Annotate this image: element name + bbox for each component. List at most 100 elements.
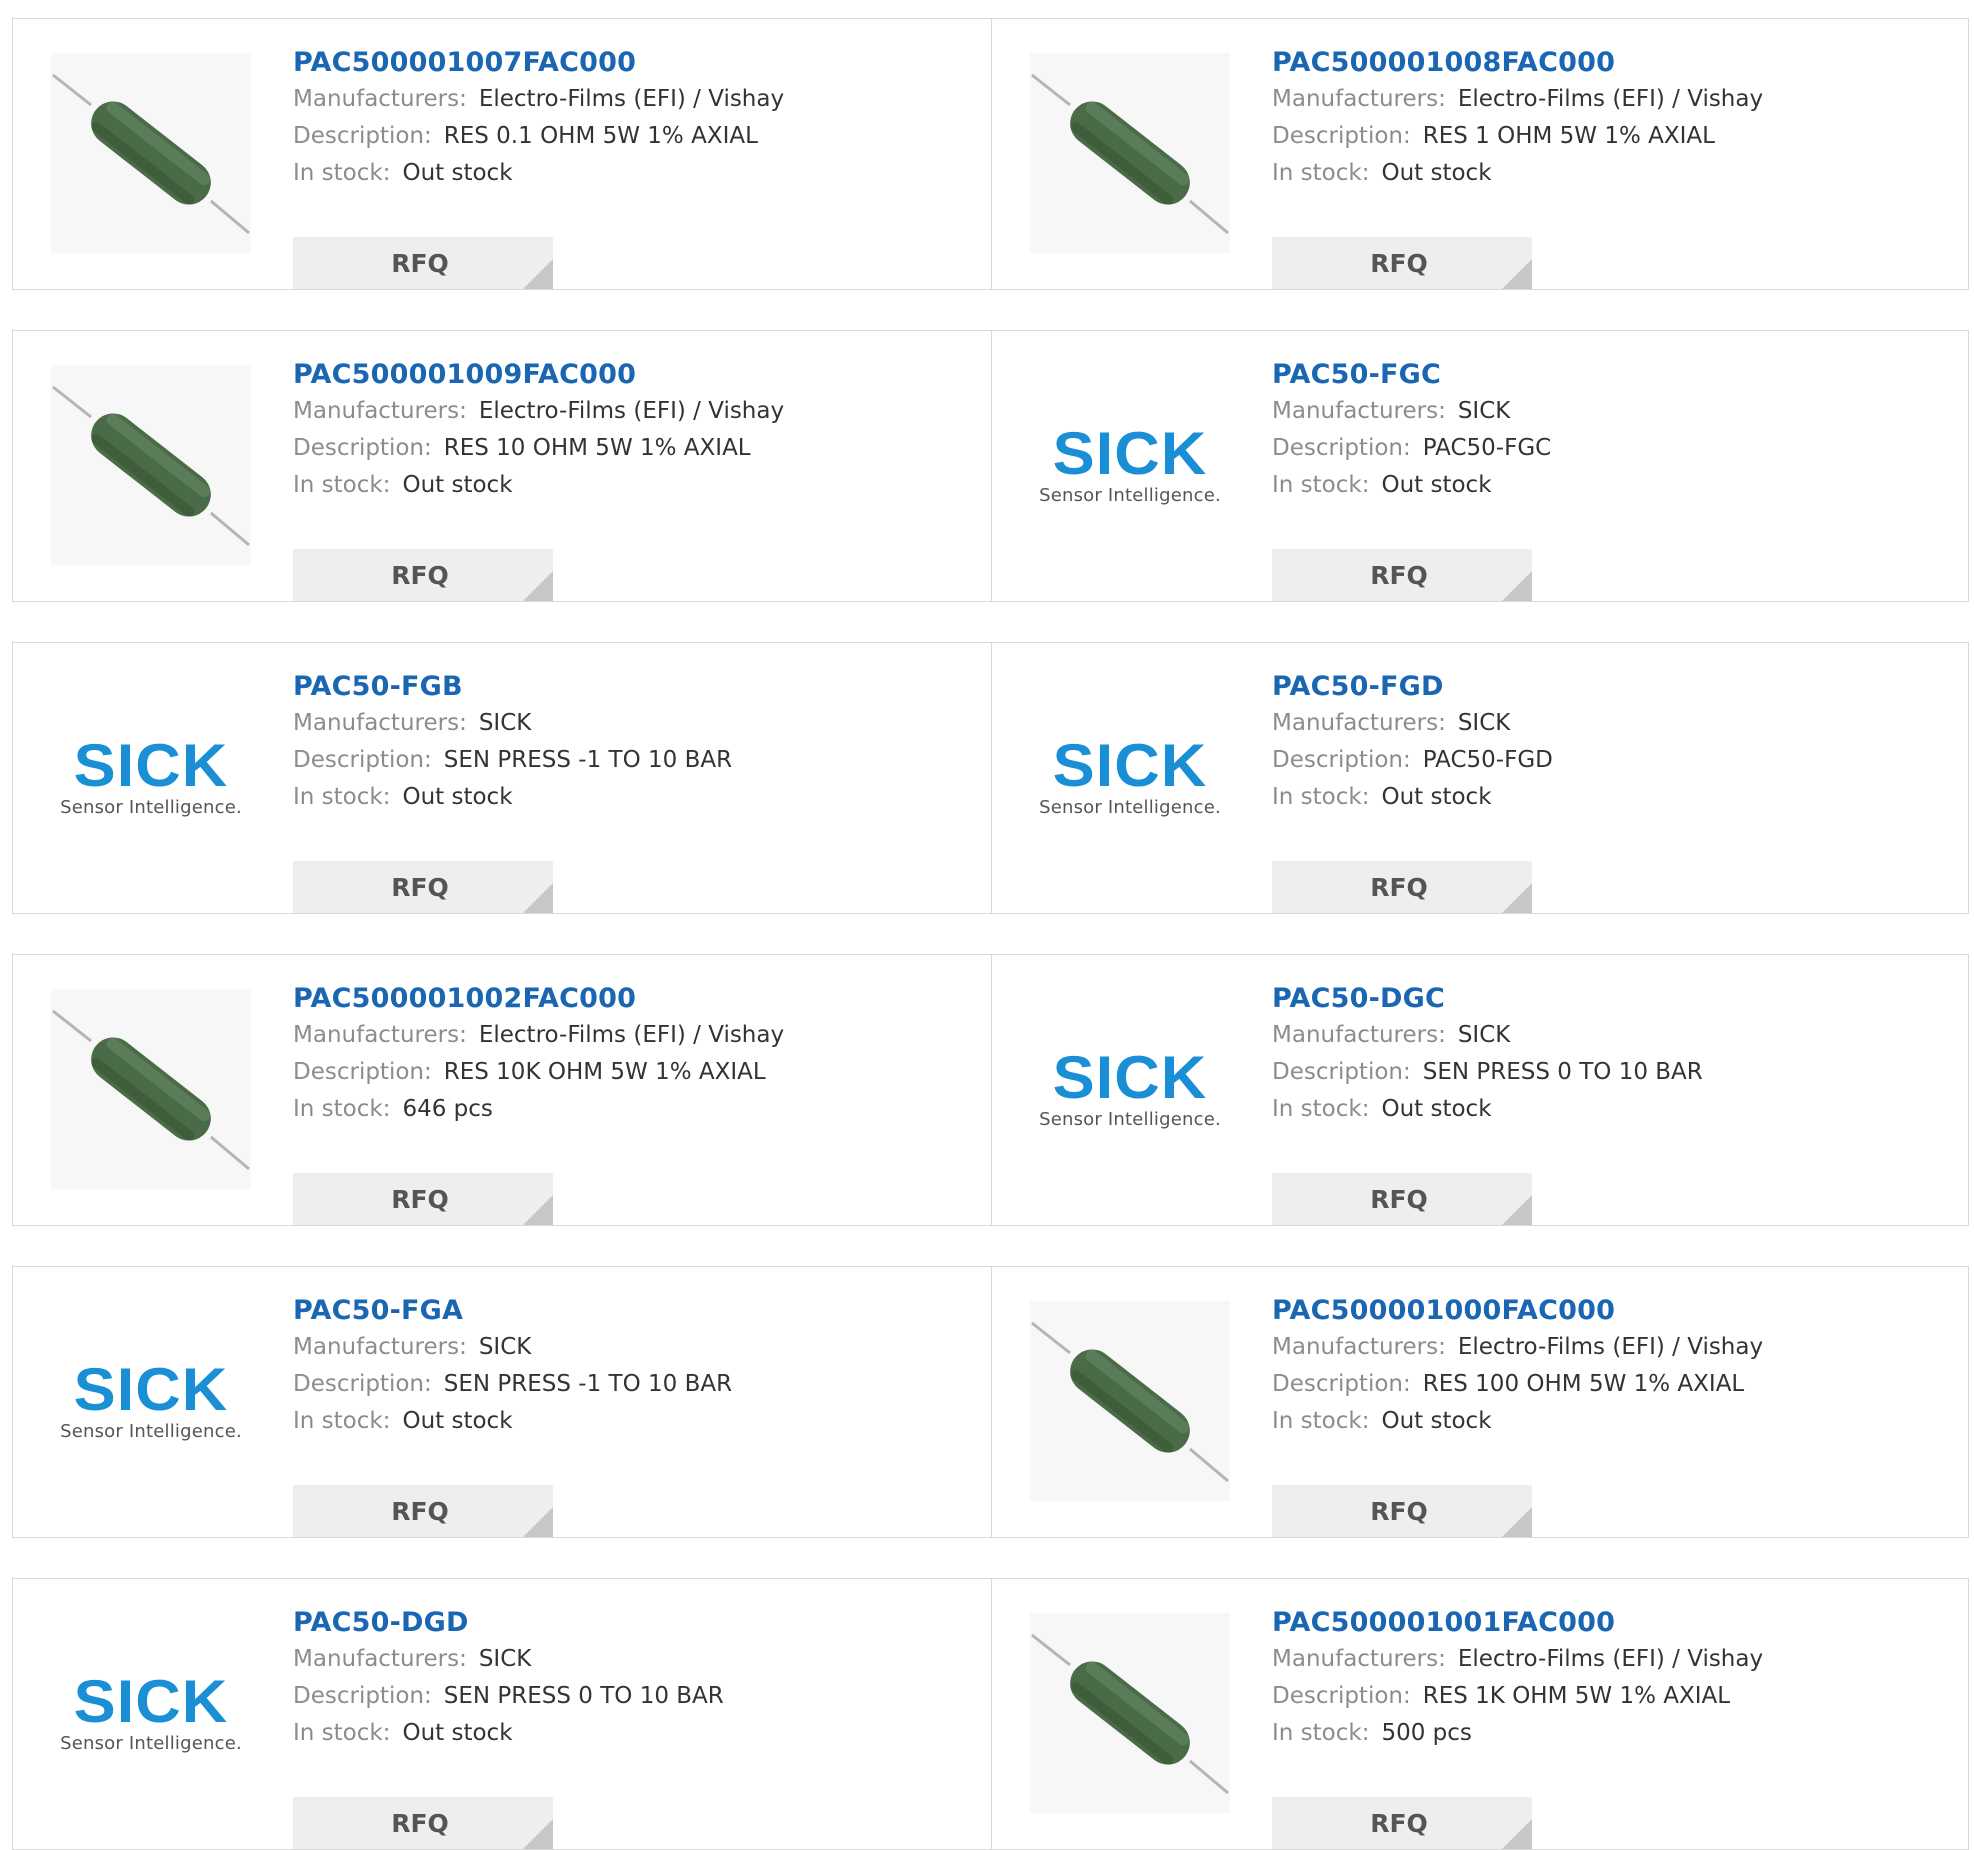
product-row: SICK Sensor Intelligence. PAC50-FGA Manuf… — [12, 1266, 1969, 1538]
rfq-button[interactable]: RFQ — [1272, 1173, 1532, 1225]
rfq-label: RFQ — [391, 1496, 449, 1526]
stock-value: Out stock — [402, 1720, 513, 1746]
manufacturer-value: Electro-Films (EFI) / Vishay — [478, 1022, 785, 1048]
part-number-link[interactable]: PAC500001009FAC000 — [293, 357, 784, 393]
description-label: Description: — [1272, 1059, 1411, 1085]
rfq-button[interactable]: RFQ — [1272, 549, 1532, 601]
product-card: SICK Sensor Intelligence. PAC50-FGC Manuf… — [991, 331, 1970, 601]
description-line: Description: PAC50-FGC — [1272, 430, 1551, 467]
product-info: PAC50-FGB Manufacturers: SICK Description… — [293, 669, 732, 913]
product-card: SICK Sensor Intelligence. PAC50-FGD Manuf… — [991, 643, 1970, 913]
rfq-button[interactable]: RFQ — [1272, 1797, 1532, 1849]
in-stock-label: In stock: — [293, 1720, 391, 1746]
description-label: Description: — [1272, 435, 1411, 461]
description-label: Description: — [293, 1683, 432, 1709]
rfq-button[interactable]: RFQ — [1272, 1485, 1532, 1537]
description-line: Description: RES 0.1 OHM 5W 1% AXIAL — [293, 118, 784, 155]
product-card: SICK Sensor Intelligence. PAC50-FGB Manuf… — [13, 643, 991, 913]
stock-value: 500 pcs — [1381, 1720, 1472, 1746]
rfq-label: RFQ — [391, 1808, 449, 1838]
description-label: Description: — [293, 435, 432, 461]
rfq-button[interactable]: RFQ — [1272, 861, 1532, 913]
description-value: SEN PRESS -1 TO 10 BAR — [443, 1371, 733, 1397]
product-image[interactable] — [1030, 1613, 1230, 1813]
manufacturer-value: Electro-Films (EFI) / Vishay — [1457, 1334, 1764, 1360]
description-line: Description: RES 10 OHM 5W 1% AXIAL — [293, 430, 784, 467]
part-number-link[interactable]: PAC500001007FAC000 — [293, 45, 784, 81]
part-number-link[interactable]: PAC500001001FAC000 — [1272, 1605, 1763, 1641]
product-image[interactable]: SICK Sensor Intelligence. — [51, 1613, 251, 1813]
corner-triangle-icon — [1502, 883, 1532, 913]
in-stock-label: In stock: — [293, 472, 391, 498]
product-image[interactable]: SICK Sensor Intelligence. — [1030, 677, 1230, 877]
part-number-link[interactable]: PAC50-FGB — [293, 669, 732, 705]
manufacturer-value: SICK — [478, 1646, 532, 1672]
in-stock-label: In stock: — [1272, 160, 1370, 186]
description-value: SEN PRESS 0 TO 10 BAR — [1422, 1059, 1703, 1085]
product-row: SICK Sensor Intelligence. PAC50-FGB Manuf… — [12, 642, 1969, 914]
stock-line: In stock: Out stock — [293, 779, 732, 816]
part-number-link[interactable]: PAC50-DGC — [1272, 981, 1703, 1017]
manufacturers-label: Manufacturers: — [293, 398, 467, 424]
part-number-link[interactable]: PAC500001008FAC000 — [1272, 45, 1763, 81]
in-stock-label: In stock: — [1272, 1720, 1370, 1746]
product-image[interactable] — [1030, 53, 1230, 253]
rfq-button[interactable]: RFQ — [293, 1797, 553, 1849]
product-image[interactable] — [51, 989, 251, 1189]
manufacturer-line: Manufacturers: Electro-Films (EFI) / Vish… — [1272, 81, 1763, 118]
manufacturer-value: Electro-Films (EFI) / Vishay — [1457, 86, 1764, 112]
part-number-link[interactable]: PAC50-FGC — [1272, 357, 1551, 393]
product-image[interactable] — [1030, 1301, 1230, 1501]
sick-logo-word: SICK — [73, 1355, 229, 1423]
manufacturer-value: SICK — [478, 1334, 532, 1360]
corner-triangle-icon — [1502, 571, 1532, 601]
product-info: PAC50-FGC Manufacturers: SICK Description… — [1272, 357, 1551, 601]
product-info: PAC500001002FAC000 Manufacturers: Electro… — [293, 981, 785, 1225]
product-image[interactable]: SICK Sensor Intelligence. — [1030, 365, 1230, 565]
axial-resistor-icon — [51, 989, 251, 1189]
product-image[interactable]: SICK Sensor Intelligence. — [51, 677, 251, 877]
in-stock-label: In stock: — [1272, 1408, 1370, 1434]
description-line: Description: RES 1 OHM 5W 1% AXIAL — [1272, 118, 1763, 155]
product-image[interactable]: SICK Sensor Intelligence. — [1030, 989, 1230, 1189]
part-number-link[interactable]: PAC50-FGA — [293, 1293, 732, 1329]
axial-resistor-icon — [51, 53, 251, 253]
in-stock-label: In stock: — [293, 784, 391, 810]
product-image[interactable] — [51, 365, 251, 565]
sick-logo-word: SICK — [73, 731, 229, 799]
corner-triangle-icon — [523, 571, 553, 601]
rfq-button[interactable]: RFQ — [293, 549, 553, 601]
rfq-button[interactable]: RFQ — [293, 861, 553, 913]
sick-logo: SICK Sensor Intelligence. — [1030, 735, 1230, 818]
axial-resistor-icon — [1030, 53, 1230, 253]
product-info: PAC500001000FAC000 Manufacturers: Electro… — [1272, 1293, 1764, 1537]
rfq-label: RFQ — [1370, 560, 1428, 590]
rfq-button[interactable]: RFQ — [293, 237, 553, 289]
stock-line: In stock: Out stock — [1272, 155, 1763, 192]
stock-line: In stock: Out stock — [293, 467, 784, 504]
product-image[interactable] — [51, 53, 251, 253]
product-card: SICK Sensor Intelligence. PAC50-DGD Manuf… — [13, 1579, 991, 1849]
part-number-link[interactable]: PAC50-DGD — [293, 1605, 724, 1641]
product-image[interactable]: SICK Sensor Intelligence. — [51, 1301, 251, 1501]
manufacturers-label: Manufacturers: — [1272, 1646, 1446, 1672]
part-number-link[interactable]: PAC500001002FAC000 — [293, 981, 784, 1017]
rfq-label: RFQ — [1370, 1808, 1428, 1838]
rfq-button[interactable]: RFQ — [1272, 237, 1532, 289]
rfq-label: RFQ — [391, 560, 449, 590]
product-info: PAC500001008FAC000 Manufacturers: Electro… — [1272, 45, 1763, 289]
manufacturers-label: Manufacturers: — [293, 86, 467, 112]
product-info: PAC500001007FAC000 Manufacturers: Electro… — [293, 45, 784, 289]
manufacturer-value: Electro-Films (EFI) / Vishay — [478, 398, 785, 424]
part-number-link[interactable]: PAC500001000FAC000 — [1272, 1293, 1763, 1329]
rfq-button[interactable]: RFQ — [293, 1173, 553, 1225]
stock-value: Out stock — [402, 784, 513, 810]
manufacturer-line: Manufacturers: SICK — [293, 705, 732, 742]
part-number-link[interactable]: PAC50-FGD — [1272, 669, 1553, 705]
product-card: PAC500001000FAC000 Manufacturers: Electro… — [991, 1267, 1970, 1537]
description-label: Description: — [293, 123, 432, 149]
manufacturers-label: Manufacturers: — [1272, 710, 1446, 736]
sick-logo-word: SICK — [1052, 1043, 1208, 1111]
corner-triangle-icon — [523, 259, 553, 289]
rfq-button[interactable]: RFQ — [293, 1485, 553, 1537]
